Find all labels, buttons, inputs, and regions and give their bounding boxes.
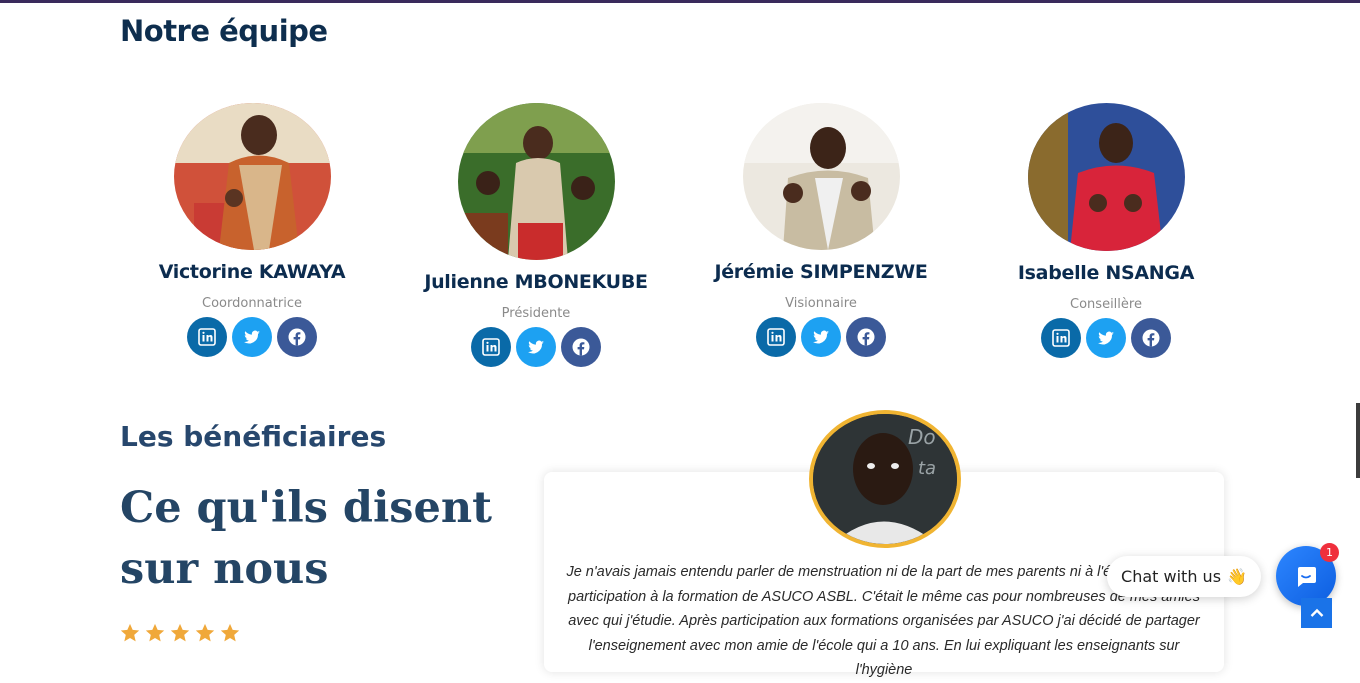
twitter-icon[interactable] (801, 317, 841, 357)
team-member-card: Victorine KAWAYA Coordonnatrice (122, 103, 382, 357)
star-icon (120, 623, 140, 642)
svg-text:ta: ta (918, 458, 936, 479)
chat-prompt-label: Chat with us (1121, 567, 1222, 586)
top-border (0, 0, 1360, 3)
facebook-icon[interactable] (846, 317, 886, 357)
facebook-icon[interactable] (1131, 318, 1171, 358)
chevron-up-icon (1310, 608, 1323, 617)
star-icon (145, 623, 165, 642)
social-links (122, 317, 382, 357)
twitter-icon[interactable] (1086, 318, 1126, 358)
linkedin-icon[interactable] (187, 317, 227, 357)
beneficiaries-subtitle: Les bénéficiaires (120, 420, 387, 453)
facebook-icon[interactable] (561, 327, 601, 367)
member-name: Isabelle NSANGA (1017, 262, 1195, 284)
member-photo (173, 103, 331, 250)
team-member-card: Julienne MBONEKUBE Présidente (406, 103, 666, 367)
rating-stars (119, 622, 241, 644)
member-photo (742, 103, 900, 250)
member-photo (457, 103, 615, 260)
member-name: Victorine KAWAYA (158, 261, 346, 283)
member-role: Conseillère (1070, 297, 1142, 312)
facebook-icon[interactable] (277, 317, 317, 357)
linkedin-icon[interactable] (756, 317, 796, 357)
svg-text:Do: Do (908, 425, 936, 449)
member-photo (1027, 103, 1185, 251)
star-icon (195, 623, 215, 642)
chat-prompt-bubble[interactable]: Chat with us 👋 (1107, 556, 1261, 597)
team-member-card: Jérémie SIMPENZWE Visionnaire (691, 103, 951, 357)
linkedin-icon[interactable] (471, 327, 511, 367)
chat-unread-badge: 1 (1320, 543, 1339, 562)
member-name: Julienne MBONEKUBE (424, 271, 648, 293)
member-name: Jérémie SIMPENZWE (714, 261, 928, 283)
twitter-icon[interactable] (232, 317, 272, 357)
member-role: Visionnaire (785, 296, 857, 311)
member-role: Coordonnatrice (202, 296, 302, 311)
linkedin-icon[interactable] (1041, 318, 1081, 358)
twitter-icon[interactable] (516, 327, 556, 367)
page-scrollbar[interactable] (1356, 403, 1360, 478)
chat-icon (1298, 567, 1316, 587)
waving-hand-icon: 👋 (1227, 567, 1247, 586)
social-links (976, 318, 1236, 358)
member-role: Présidente (501, 306, 571, 321)
scroll-to-top-button[interactable] (1301, 598, 1332, 628)
star-icon (220, 623, 240, 642)
social-links (406, 327, 666, 367)
testimonial-photo: Do ta (809, 410, 961, 548)
social-links (691, 317, 951, 357)
team-member-card: Isabelle NSANGA Conseillère (976, 103, 1236, 358)
beneficiaries-title: Ce qu'ils disent sur nous (120, 483, 492, 594)
star-icon (170, 623, 190, 642)
team-section-title: Notre équipe (120, 14, 328, 48)
